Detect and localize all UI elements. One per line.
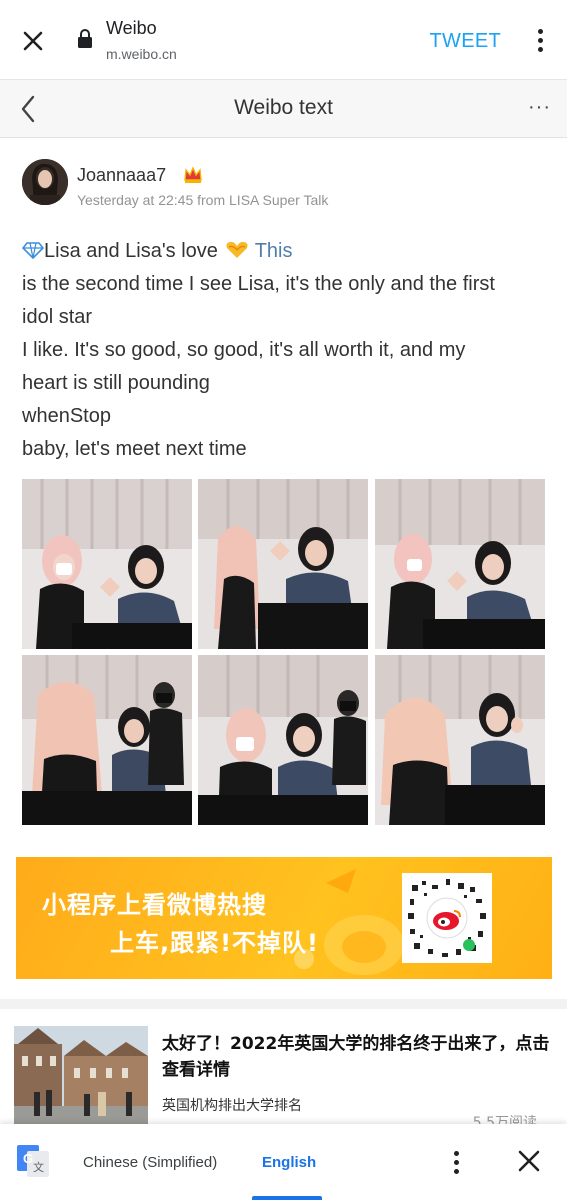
post-line: heart is still pounding [22,372,210,394]
translate-bar: G 文 Chinese (Simplified) English [0,1124,567,1200]
close-icon[interactable] [516,1148,542,1174]
source-language-tab[interactable]: Chinese (Simplified) [83,1154,217,1171]
post-photo[interactable] [198,655,368,825]
page-title: Weibo text [234,96,333,119]
post-link-text[interactable]: This [255,240,293,262]
svg-text:文: 文 [33,1160,44,1174]
heart-hands-icon [225,241,248,258]
diamond-icon [22,242,44,259]
post-photo[interactable] [375,655,545,825]
article-title[interactable]: 太好了！2022年英国大学的排名终于出来了，点击查看详情 [162,1031,552,1083]
browser-toolbar: Weibo m.weibo.cn TWEET [0,0,567,80]
more-horizontal-icon[interactable]: ··· [528,96,551,119]
post-line: whenStop [22,405,111,427]
post-body: Lisa and Lisa's love This is the second … [22,235,554,466]
related-article[interactable]: 太好了！2022年英国大学的排名终于出来了，点击查看详情 英国机构排出大学排名 … [0,1009,567,1131]
post-line: is the second time I see Lisa, it's the … [22,273,495,295]
close-icon[interactable] [18,26,48,56]
post-line: I like. It's so good, so good, it's all … [22,339,466,361]
target-language-tab[interactable]: English [262,1154,316,1171]
page-header: Weibo text ··· [0,80,567,138]
svg-text:G: G [23,1151,33,1166]
mini-program-banner[interactable]: 小程序上看微博热搜 上车,跟紧!不掉队! [16,857,552,979]
more-vertical-icon[interactable] [535,26,545,56]
username[interactable]: Joannaaa7 [77,165,166,186]
article-source: 英国机构排出大学排名 [162,1098,302,1114]
site-url: m.weibo.cn [106,46,177,62]
post-line: baby, let's meet next time [22,438,247,460]
tweet-button[interactable]: TWEET [430,30,502,53]
avatar[interactable] [22,159,68,205]
more-vertical-icon[interactable] [451,1148,461,1176]
post-photo[interactable] [22,479,192,649]
lock-icon [78,29,92,48]
post-photo[interactable] [198,479,368,649]
post-photo[interactable] [375,479,545,649]
site-title: Weibo [106,18,157,38]
article-thumbnail[interactable] [14,1026,148,1126]
photo-grid [22,479,545,825]
post-photo[interactable] [22,655,192,825]
crown-badge-icon [184,166,202,183]
post-line: idol star [22,306,93,328]
qr-code-icon [402,873,492,963]
banner-subtitle: 上车,跟紧!不掉队! [110,929,320,957]
google-translate-icon[interactable]: G 文 [16,1144,50,1178]
section-divider [0,999,567,1009]
active-tab-indicator [252,1196,322,1200]
banner-title: 小程序上看微博热搜 [42,891,267,919]
post-line: Lisa and Lisa's love [44,240,218,262]
post-meta: Yesterday at 22:45 from LISA Super Talk [77,192,329,208]
